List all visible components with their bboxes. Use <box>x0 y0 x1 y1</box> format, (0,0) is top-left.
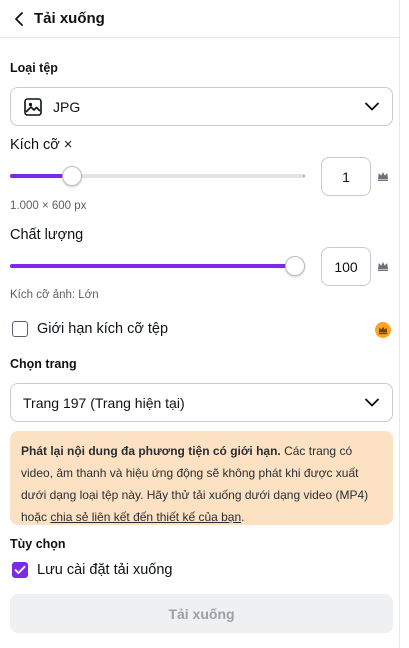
limit-size-label: Giới hạn kích cỡ tệp <box>37 321 169 337</box>
size-input[interactable]: 1 <box>321 157 371 196</box>
size-slider[interactable] <box>10 166 305 186</box>
share-link[interactable]: chia sẻ liên kết đến thiết kế của bạn <box>50 510 241 524</box>
quality-slider-thumb[interactable] <box>285 256 305 276</box>
file-type-label: Loại tệp <box>10 61 58 75</box>
panel-header: Tải xuống <box>0 0 400 38</box>
save-settings-row[interactable]: Lưu cài đặt tải xuống <box>12 562 172 578</box>
chevron-left-icon <box>15 11 23 26</box>
page-title: Tải xuống <box>34 10 105 27</box>
options-label: Tùy chọn <box>10 537 66 551</box>
page-select[interactable]: Trang 197 (Trang hiện tại) <box>10 383 393 422</box>
crown-icon <box>378 172 388 181</box>
checkmark-icon <box>14 565 26 574</box>
quality-label: Chất lượng <box>10 227 84 243</box>
size-label: Kích cỡ × <box>10 137 73 153</box>
back-button[interactable] <box>10 10 28 28</box>
quality-caption: Kích cỡ ảnh: Lớn <box>10 289 99 301</box>
notice-end: . <box>241 510 245 524</box>
quality-input[interactable]: 100 <box>321 247 371 286</box>
scrollbar[interactable] <box>403 0 409 648</box>
chevron-down-icon <box>364 99 380 115</box>
download-panel: Tải xuống Loại tệp JPG Kích cỡ × 1 1.000… <box>0 0 400 648</box>
size-slider-end-dot <box>303 175 305 177</box>
page-select-value: Trang 197 (Trang hiện tại) <box>23 394 185 411</box>
size-slider-thumb[interactable] <box>62 166 82 186</box>
page-select-label: Chọn trang <box>10 357 77 371</box>
notice-heading: Phát lại nội dung đa phương tiện có giới… <box>21 444 281 458</box>
chevron-down-icon <box>364 395 380 411</box>
file-type-select[interactable]: JPG <box>10 87 393 126</box>
save-settings-label: Lưu cài đặt tải xuống <box>37 562 173 578</box>
save-settings-checkbox[interactable] <box>12 562 28 578</box>
quality-slider-fill <box>10 264 295 268</box>
limit-size-row[interactable]: Giới hạn kích cỡ tệp <box>12 321 168 337</box>
size-dimensions: 1.000 × 600 px <box>10 200 87 212</box>
file-type-value: JPG <box>53 98 81 115</box>
media-playback-notice: Phát lại nội dung đa phương tiện có giới… <box>10 431 393 525</box>
quality-slider[interactable] <box>10 256 305 276</box>
limit-size-checkbox[interactable] <box>12 321 28 337</box>
download-button[interactable]: Tải xuống <box>10 594 393 633</box>
crown-icon <box>378 262 388 271</box>
image-icon <box>24 97 42 116</box>
crown-badge-icon <box>375 322 391 338</box>
